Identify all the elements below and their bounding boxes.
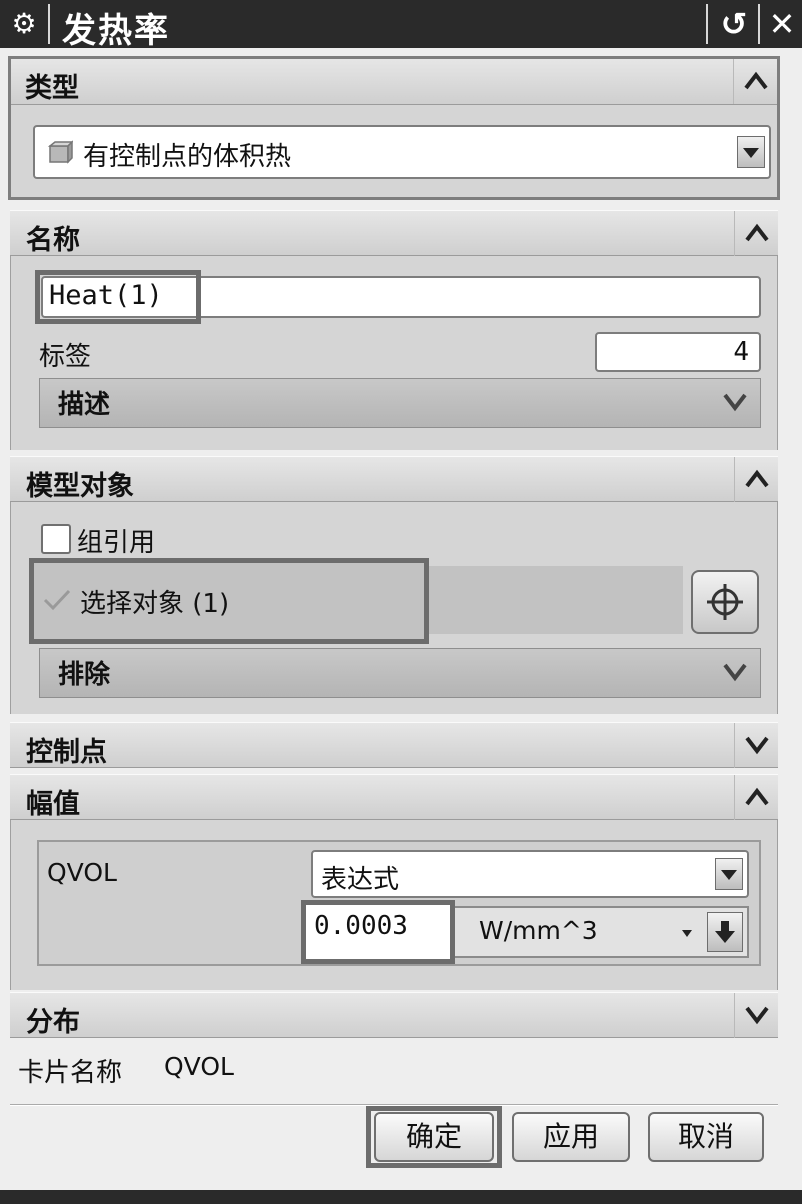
chevron-up-icon[interactable]	[734, 457, 778, 502]
select-object-row-fill	[429, 566, 683, 634]
name-section-label: 名称	[26, 225, 80, 256]
chevron-down-icon[interactable]	[722, 391, 748, 413]
magnitude-section-label: 幅值	[26, 789, 80, 820]
apply-button[interactable]: 应用	[512, 1112, 630, 1162]
arrow-down-icon	[715, 921, 735, 943]
magnitude-section-header[interactable]: 幅值	[10, 774, 778, 820]
name-section-header[interactable]: 名称	[10, 210, 778, 256]
tag-input[interactable]: 4	[595, 332, 761, 372]
type-section-label: 类型	[25, 73, 79, 104]
exclude-label: 排除	[58, 660, 111, 690]
value-text: 0.0003	[314, 911, 408, 941]
title-bar: ⚙ 发热率 ↺ ✕	[0, 0, 802, 51]
checkmark-icon	[43, 589, 71, 611]
exclude-subsection[interactable]: 排除	[39, 648, 761, 698]
distribution-section-header[interactable]: 分布	[10, 992, 778, 1038]
unit-menu-button[interactable]	[707, 912, 743, 952]
value-input[interactable]: 0.0003	[301, 900, 455, 964]
title-separator	[758, 4, 760, 44]
distribution-label: 分布	[26, 1007, 80, 1038]
ok-button[interactable]: 确定	[374, 1112, 494, 1162]
type-group: 类型 有控制点的体积热	[8, 56, 780, 200]
reset-icon[interactable]: ↺	[714, 4, 754, 44]
group-ref-checkbox[interactable]	[41, 524, 71, 554]
model-section-header[interactable]: 模型对象	[10, 456, 778, 502]
tag-value: 4	[733, 337, 749, 367]
magnitude-section-panel: QVOL 表达式 0.0003 W/mm^3	[10, 820, 778, 990]
unit-value[interactable]: W/mm^3	[479, 916, 598, 945]
chevron-down-icon[interactable]	[734, 723, 778, 768]
crosshair-select-button[interactable]	[691, 570, 759, 634]
cancel-button[interactable]: 取消	[648, 1112, 764, 1162]
window-bottom-border	[0, 1190, 802, 1204]
chevron-up-icon[interactable]	[733, 59, 777, 104]
type-section-header[interactable]: 类型	[11, 59, 777, 105]
select-object-row[interactable]: 选择对象 (1)	[29, 558, 429, 644]
card-name-value: QVOL	[164, 1052, 234, 1081]
chevron-up-icon[interactable]	[734, 775, 778, 820]
chevron-down-icon[interactable]	[722, 661, 748, 683]
title-separator	[48, 4, 50, 44]
card-name-label: 卡片名称	[18, 1058, 123, 1088]
qvol-label: QVOL	[47, 858, 117, 887]
dropdown-arrow-icon[interactable]	[715, 858, 743, 890]
control-points-section-header[interactable]: 控制点	[10, 722, 778, 768]
chevron-up-icon[interactable]	[734, 211, 778, 256]
select-object-label: 选择对象 (1)	[80, 589, 230, 619]
method-value: 表达式	[321, 865, 400, 895]
group-ref-label: 组引用	[77, 528, 156, 558]
close-icon[interactable]: ✕	[762, 4, 802, 44]
dialog-title: 发热率	[62, 11, 170, 51]
dropdown-arrow-icon[interactable]	[737, 136, 765, 168]
type-dropdown[interactable]: 有控制点的体积热	[33, 125, 771, 179]
description-label: 描述	[58, 390, 111, 420]
name-value: Heat(1)	[49, 280, 163, 311]
unit-dropdown-arrow-icon[interactable]	[681, 928, 693, 938]
magnitude-box: QVOL 表达式 0.0003 W/mm^3	[37, 840, 761, 966]
description-subsection[interactable]: 描述	[39, 378, 761, 428]
model-section-panel: 组引用 选择对象 (1) 排除	[10, 502, 778, 714]
name-section-panel: Heat(1) 标签 4 描述	[10, 256, 778, 450]
gear-icon[interactable]: ⚙	[6, 6, 42, 42]
chevron-down-icon[interactable]	[734, 993, 778, 1038]
method-dropdown[interactable]: 表达式	[311, 850, 749, 898]
control-points-label: 控制点	[26, 737, 107, 768]
type-selected-value: 有控制点的体积热	[83, 142, 292, 172]
crosshair-icon	[707, 584, 743, 620]
volume-heat-icon	[47, 140, 73, 164]
title-separator	[706, 4, 708, 44]
tag-label: 标签	[39, 342, 92, 372]
model-section-label: 模型对象	[26, 471, 134, 502]
